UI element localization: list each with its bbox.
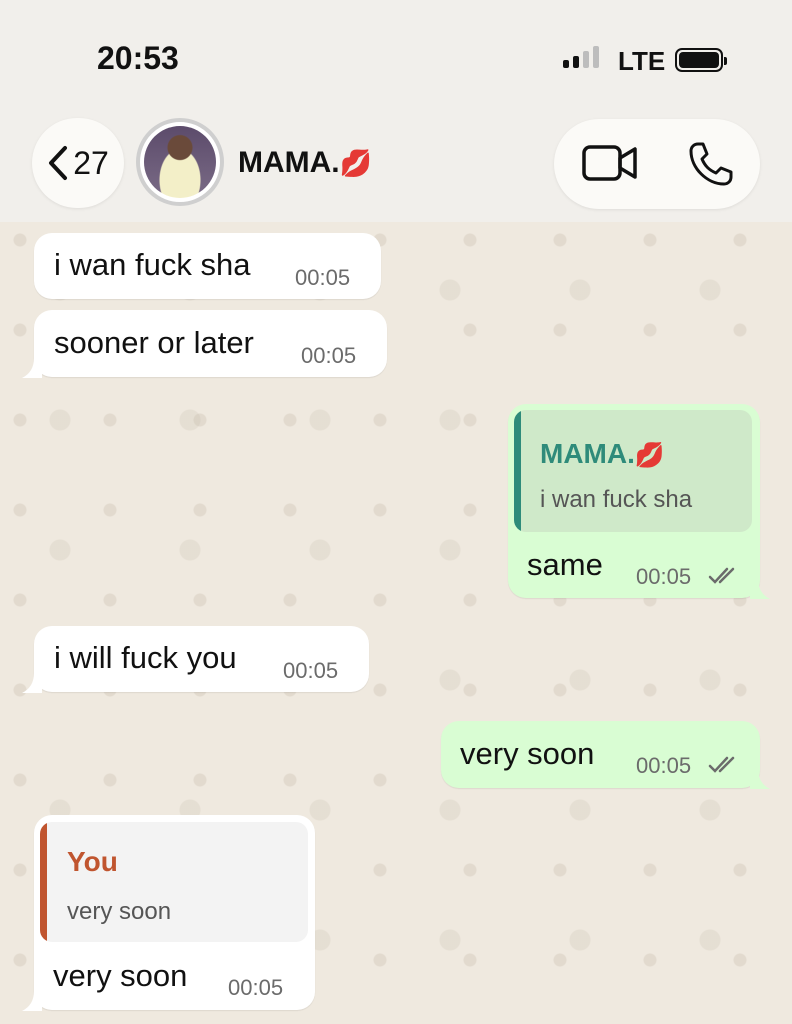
bubble-tail [750,579,770,599]
message-bubble-incoming[interactable]: i wan fuck sha 00:05 [34,233,381,299]
bubble-tail [22,673,42,693]
chat-header: 20:53 LTE 27 MAMA.💋 [0,0,792,222]
status-time: 20:53 [97,40,179,76]
message-time: 00:05 [636,753,692,778]
message-bubble-incoming[interactable]: i will fuck you 00:05 [34,626,369,692]
phone-icon [689,142,733,186]
message-text: very soon [460,736,595,771]
quote-author: You [67,846,118,877]
contact-avatar[interactable] [136,118,224,206]
message-bubble-incoming[interactable]: sooner or later 00:05 [34,310,387,377]
message-text: same [527,547,603,582]
quote-accent-bar [40,822,47,942]
back-button[interactable]: 27 [32,118,124,208]
kiss-emoji: 💋 [339,148,373,178]
double-check-icon [708,567,735,584]
message-bubble-incoming[interactable]: You very soon very soon 00:05 [34,815,315,1010]
double-check-icon [708,756,735,773]
message-text: very soon [53,958,188,993]
chevron-left-icon [49,146,68,180]
message-bubble-outgoing[interactable]: MAMA.💋 i wan fuck sha same 00:05 [508,404,760,598]
video-call-button[interactable] [582,143,638,188]
quote-text: very soon [67,898,172,925]
signal-strength-icon [563,46,599,68]
message-text: i wan fuck sha [54,247,251,282]
message-text: i will fuck you [54,640,237,675]
quote-accent-bar [514,410,521,532]
message-time: 00:05 [295,265,351,290]
video-camera-icon [582,145,637,181]
contact-name[interactable]: MAMA.💋 [238,146,372,180]
message-time: 00:05 [636,564,692,589]
battery-icon [675,48,727,72]
message-text: sooner or later [54,325,254,360]
bubble-tail [22,358,42,378]
message-time: 00:05 [301,343,357,368]
message-time: 00:05 [283,658,339,683]
unread-count: 27 [73,144,109,181]
voice-call-button[interactable] [688,141,734,192]
network-type: LTE [618,46,666,76]
call-actions [554,119,760,209]
bubble-tail [750,769,770,789]
quote-text: i wan fuck sha [540,486,693,513]
quote-author: MAMA.💋 [540,438,665,469]
contact-name-text: MAMA. [238,146,340,179]
quoted-message[interactable]: MAMA.💋 i wan fuck sha [514,410,752,532]
bubble-tail [22,991,42,1011]
message-bubble-outgoing[interactable]: very soon 00:05 [441,721,760,788]
message-time: 00:05 [228,975,284,1000]
kiss-emoji: 💋 [634,442,665,469]
quoted-message[interactable]: You very soon [40,822,308,942]
